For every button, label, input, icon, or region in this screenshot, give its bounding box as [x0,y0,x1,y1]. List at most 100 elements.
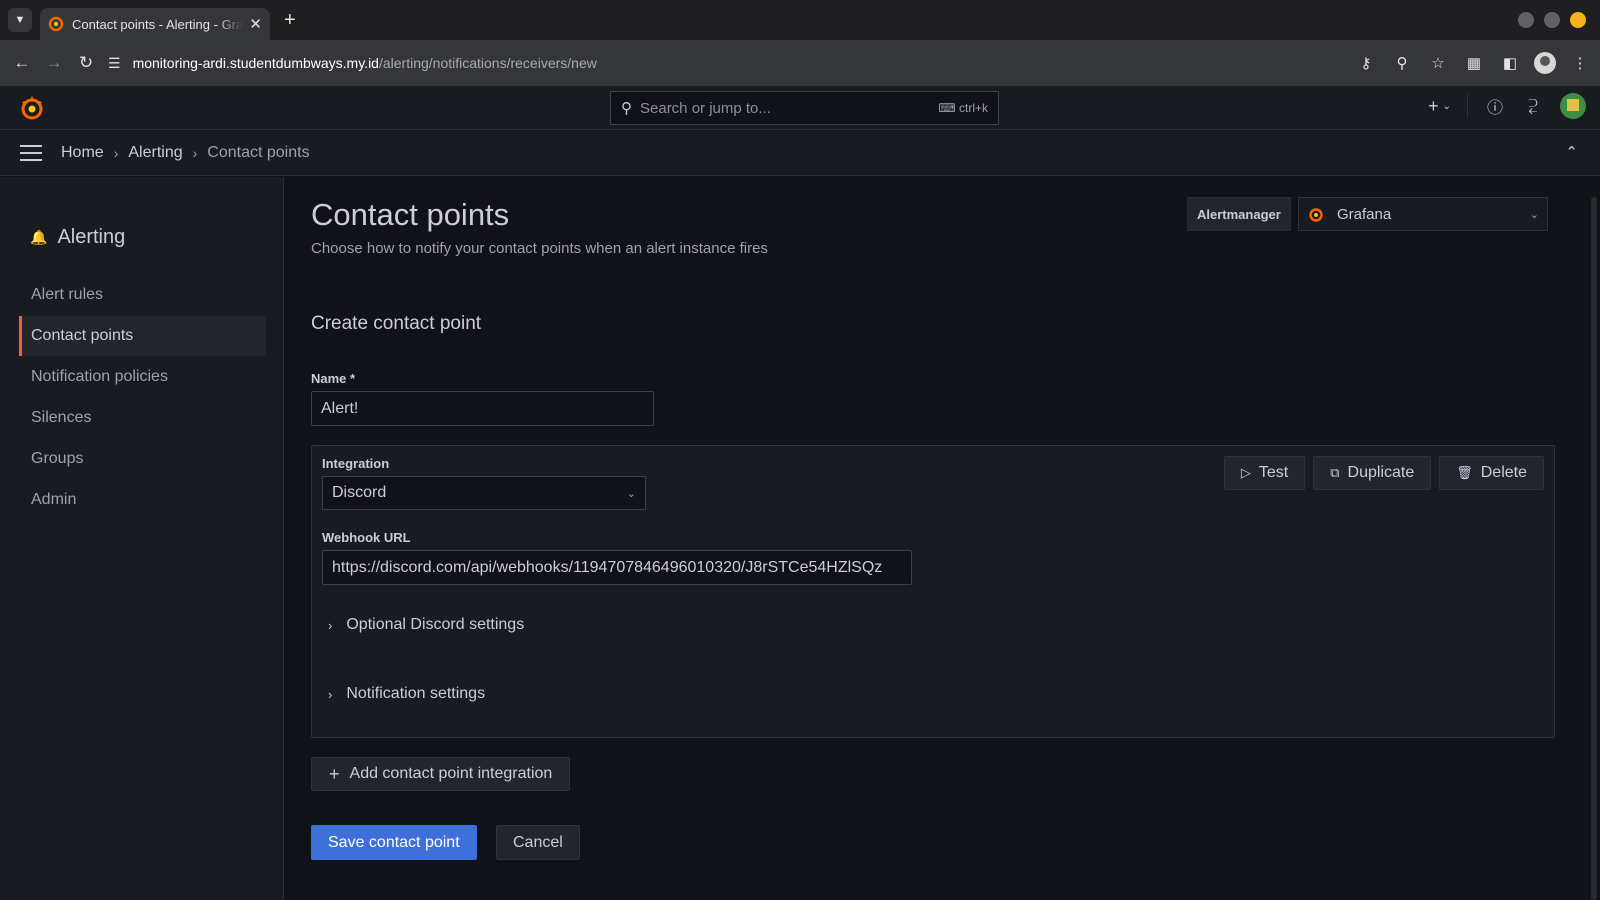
new-menu-button[interactable]: + ⌄ [1428,96,1451,117]
name-label: Name * [311,371,356,386]
new-tab-icon[interactable]: + [284,9,296,32]
window-controls [1518,12,1586,28]
copy-icon: ⧉ [1330,465,1340,480]
forward-button[interactable]: → [38,47,70,79]
more-vert-icon[interactable]: ⋮ [1568,47,1592,79]
sidebar-item-contact-points[interactable]: Contact points [19,316,266,356]
test-button[interactable]: ▷ Test [1223,456,1306,490]
optional-discord-settings-label: Optional Discord settings [346,616,525,633]
name-input[interactable] [311,391,654,426]
reload-icon: ↻ [78,53,94,72]
puzzle-icon[interactable]: ▦ [1462,47,1486,79]
sidebar-title-label: Alerting [57,226,126,248]
page-subtitle: Choose how to notify your contact points… [311,240,768,257]
duplicate-label: Duplicate [1347,464,1415,481]
search-bar[interactable]: ⚲ Search or jump to... ⌨ ctrl+k [610,91,999,125]
rss-icon[interactable]: ⥻ [1522,97,1544,115]
reload-button[interactable]: ↻ [70,47,102,79]
sidebar: 🔔 Alerting Alert rules Contact points No… [0,177,284,900]
integration-select[interactable]: Discord ⌄ [322,476,646,510]
integration-actions: ▷ Test ⧉ Duplicate 🗑 Delete [1223,456,1544,490]
side-panel-icon[interactable]: ◧ [1498,47,1522,79]
alertmanager-select[interactable]: Grafana ⌄ [1298,197,1548,231]
sidebar-title: 🔔 Alerting [30,226,125,249]
menu-icon[interactable] [20,144,42,161]
sidebar-item-admin[interactable]: Admin [19,480,266,520]
send-icon: ▷ [1240,465,1251,480]
save-contact-point-button[interactable]: Save contact point [311,825,477,860]
back-button[interactable]: ← [6,47,38,79]
chevron-right-icon: › [113,144,119,161]
sidebar-item-alert-rules[interactable]: Alert rules [19,275,266,315]
chevron-down-icon: ▼ [14,14,26,26]
plus-icon: + [1428,95,1439,116]
integration-value: Discord [332,484,387,501]
toolbar-actions: ⚷ ⚲ ☆ ▦ ◧ ⋮ [1354,47,1592,79]
minimize-button[interactable] [1518,12,1534,28]
grafana-logo-icon[interactable] [18,94,46,122]
search-placeholder: Search or jump to... [640,99,771,117]
grafana-favicon-icon [48,16,64,32]
integration-label: Integration [322,456,390,471]
breadcrumb: Home › Alerting › Contact points [61,144,310,162]
test-label: Test [1258,464,1289,481]
chevron-right-icon: › [328,686,333,702]
chevron-down-icon: ⌄ [626,487,636,500]
shortcut-label: ctrl+k [958,101,988,115]
sidebar-item-notification-policies[interactable]: Notification policies [19,357,266,397]
chevron-down-icon: ⌄ [1442,100,1451,112]
alertmanager-label: Alertmanager [1187,197,1291,231]
chevron-down-icon: ⌄ [1529,208,1539,221]
arrow-right-icon: → [45,53,63,72]
browser-tab-bar: ▼ Contact points - Alerting - Grafana ✕ … [0,0,1600,40]
maximize-button[interactable] [1544,12,1560,28]
key-icon[interactable]: ⚷ [1354,47,1378,79]
delete-button[interactable]: 🗑 Delete [1439,456,1544,490]
zoom-icon[interactable]: ⚲ [1390,47,1414,79]
top-bar-actions: + ⌄ ⓘ ⥻ [1428,93,1586,119]
keyboard-icon: ⌨ [938,101,956,115]
cancel-button[interactable]: Cancel [496,825,580,860]
chevron-up-icon[interactable]: ⌃ [1565,143,1578,161]
tune-icon[interactable]: ☰ [108,55,121,72]
sidebar-item-silences[interactable]: Silences [19,398,266,438]
close-window-button[interactable] [1570,12,1586,28]
url-path: /alerting/notifications/receivers/new [378,55,597,71]
optional-discord-settings-toggle[interactable]: › Optional Discord settings [328,616,524,634]
close-tab-icon[interactable]: ✕ [249,15,262,33]
add-integration-button[interactable]: + Add contact point integration [311,757,571,791]
arrow-left-icon: ← [13,53,31,72]
search-icon: ⚲ [621,100,632,117]
address-bar[interactable]: ☰ monitoring-ardi.studentdumbways.my.id /… [108,46,597,80]
tab-title: Contact points - Alerting - Grafana [72,16,244,32]
sidebar-item-groups[interactable]: Groups [19,439,266,479]
user-avatar[interactable] [1560,93,1586,119]
star-icon[interactable]: ☆ [1426,47,1450,79]
breadcrumb-bar: Home › Alerting › Contact points ⌃ [0,130,1600,176]
question-circle-icon[interactable]: ⓘ [1484,94,1506,118]
plus-icon: + [329,763,340,784]
scrollbar[interactable] [1588,177,1600,900]
breadcrumb-home[interactable]: Home [61,144,104,162]
webhook-url-input[interactable] [322,550,912,585]
search-shortcut: ⌨ ctrl+k [938,101,988,115]
trash-icon: 🗑 [1456,465,1473,480]
url-host: monitoring-ardi.studentdumbways.my.id [132,55,379,71]
profile-avatar[interactable] [1534,52,1556,74]
chevron-right-icon: › [328,617,333,633]
duplicate-button[interactable]: ⧉ Duplicate [1313,456,1432,490]
browser-toolbar: ← → ↻ ☰ monitoring-ardi.studentdumbways.… [0,40,1600,86]
alertmanager-value: Grafana [1337,205,1392,223]
breadcrumb-alerting[interactable]: Alerting [128,144,182,162]
grafana-logo-icon [1309,208,1323,222]
webhook-url-label: Webhook URL [322,530,411,545]
main-content: Contact points Choose how to notify your… [285,177,1588,900]
bell-icon: 🔔 [30,229,48,245]
page-title: Contact points [311,197,510,232]
divider [1467,94,1468,118]
notification-settings-toggle[interactable]: › Notification settings [328,685,485,703]
grafana-top-bar: ⚲ Search or jump to... ⌨ ctrl+k + ⌄ ⓘ ⥻ [0,86,1600,130]
tab-list-button[interactable]: ▼ [8,8,32,32]
browser-tab[interactable]: Contact points - Alerting - Grafana ✕ [40,8,270,40]
add-integration-label: Add contact point integration [349,765,553,782]
